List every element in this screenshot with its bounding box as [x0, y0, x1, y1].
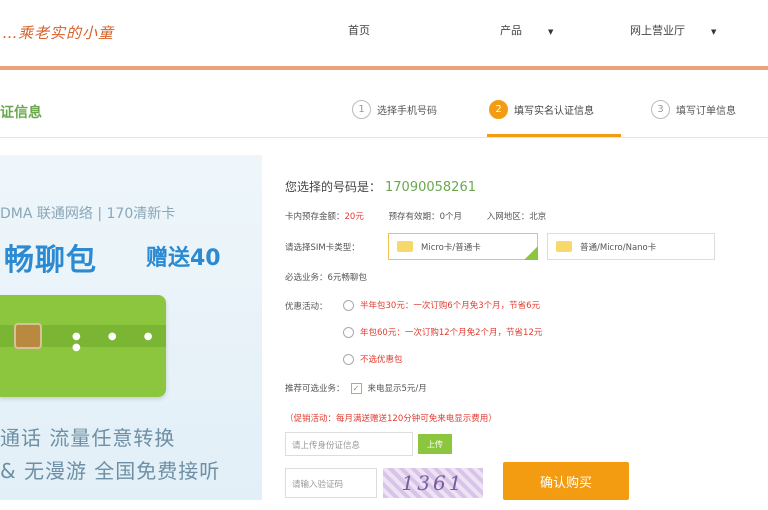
sim-card-icon [397, 241, 413, 252]
lock-period-label: 预存有效期： [388, 212, 440, 222]
promo-gift-text: 赠送40 [146, 246, 221, 271]
discount-option-year[interactable]: 年包60元：一次订购12个月免2个月，节省12元 [343, 326, 542, 338]
confirm-purchase-button[interactable]: 确认购买 [503, 462, 629, 500]
step-number: 2 [489, 100, 508, 119]
required-service-value: 6元畅聊包 [327, 273, 367, 283]
section-title: 证信息 [0, 105, 42, 121]
prepaid-value: 20元 [344, 212, 364, 222]
discount-label: 优惠活动： [285, 302, 328, 312]
sim-card-icon [556, 241, 572, 252]
promo-feature-line-1: 通话 流量任意转换 [0, 426, 176, 450]
nav-products[interactable]: 产品 ▼ [500, 22, 553, 38]
discount-option-label: 年包60元：一次订购12个月免2个月，节省12元 [360, 328, 543, 338]
lock-period-value: 0个月 [439, 212, 462, 222]
selected-check-icon [524, 246, 538, 260]
sim-option-nano[interactable]: 普通/Micro/Nano卡 [547, 233, 715, 260]
sim-chip-icon [14, 323, 42, 349]
step-number: 1 [352, 100, 371, 119]
region-label: 入网地区： [486, 212, 530, 222]
radio-button[interactable] [343, 327, 354, 338]
chosen-number-label: 您选择的号码是： [285, 180, 382, 194]
recommended-value: 来电显示5元/月 [367, 384, 427, 394]
step-verification: 2 填写实名认证信息 [489, 100, 594, 119]
recommended-label: 推荐可选业务： [285, 384, 345, 394]
recommended-row: 推荐可选业务： ✓ 来电显示5元/月 [285, 382, 427, 394]
radio-button[interactable] [343, 354, 354, 365]
discount-option-none[interactable]: 不选优惠包 [343, 353, 403, 365]
account-info-row: 卡内预存金额：20元 预存有效期：0个月 入网地区：北京 [285, 210, 546, 222]
sim-option-label: 普通/Micro/Nano卡 [580, 242, 657, 253]
captcha-image[interactable]: 1361 [383, 468, 483, 498]
nav-online-hall[interactable]: 网上营业厅 ▼ [630, 22, 716, 38]
chosen-number-value: 17090058261 [385, 180, 476, 195]
brand-logo[interactable]: …乘老实的小童 [2, 22, 114, 43]
checkbox[interactable]: ✓ [350, 383, 362, 394]
chevron-down-icon: ▼ [548, 28, 554, 36]
step-order-info: 3 填写订单信息 [651, 100, 736, 119]
step-label: 填写订单信息 [676, 106, 736, 117]
nav-online-hall-label: 网上营业厅 [630, 24, 685, 37]
discount-option-label: 不选优惠包 [360, 355, 403, 365]
region-value: 北京 [529, 212, 547, 222]
step-label: 选择手机号码 [377, 106, 437, 117]
required-service-row: 必选业务：6元畅聊包 [285, 271, 367, 283]
discount-option-half-year[interactable]: 半年包30元：一次订购6个月免3个月，节省6元 [343, 299, 540, 311]
upload-button[interactable]: 上传 [418, 434, 452, 454]
id-upload-field[interactable]: 请上传身份证信息 [285, 432, 413, 456]
step-number: 3 [651, 100, 670, 119]
sim-type-label: 请选择SIM卡类型： [285, 243, 360, 253]
promo-notice: （促销活动：每月满送赠送120分钟可免来电显示费用） [285, 414, 497, 424]
promo-feature-line-2: & 无漫游 全国免费接听 [0, 459, 221, 483]
chevron-down-icon: ▼ [711, 28, 717, 36]
prepaid-label: 卡内预存金额： [285, 212, 345, 222]
sim-option-label: Micro卡/普通卡 [421, 242, 481, 253]
required-service-label: 必选业务： [285, 273, 328, 283]
top-header: …乘老实的小童 首页 产品 ▼ 网上营业厅 ▼ [0, 0, 768, 66]
sim-card-illustration: ● ● ● ● [0, 295, 166, 397]
promo-network-line: DMA 联通网络 | 170清新卡 [0, 206, 176, 222]
captcha-input[interactable]: 请输入验证码 [285, 468, 377, 498]
discount-option-label: 半年包30元：一次订购6个月免3个月，节省6元 [360, 301, 541, 311]
sim-option-micro[interactable]: Micro卡/普通卡 [388, 233, 538, 260]
nav-home[interactable]: 首页 [348, 22, 370, 38]
chosen-number-row: 您选择的号码是： 17090058261 [285, 178, 476, 195]
step-label: 填写实名认证信息 [514, 106, 594, 117]
radio-button[interactable] [343, 300, 354, 311]
sim-feature-icons: ● ● ● ● [72, 331, 165, 353]
steps-divider [0, 137, 768, 138]
promo-banner: DMA 联通网络 | 170清新卡 畅聊包 赠送40 ● ● ● ● 通话 流量… [0, 155, 262, 500]
step-choose-number: 1 选择手机号码 [352, 100, 437, 119]
promo-product-name: 畅聊包 [4, 243, 97, 278]
nav-home-label: 首页 [348, 24, 370, 37]
header-divider [0, 66, 768, 70]
nav-products-label: 产品 [500, 24, 522, 37]
